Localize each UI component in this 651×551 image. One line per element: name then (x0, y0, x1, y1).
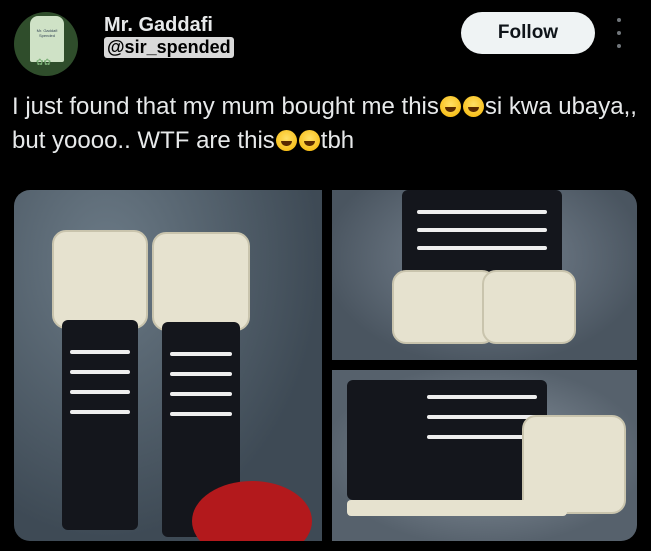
photo-shoes-front-view[interactable] (332, 190, 637, 360)
face-with-tears-of-joy-icon (462, 96, 484, 117)
follow-button[interactable]: Follow (461, 12, 595, 54)
leaf-icon: ✿✿ (36, 57, 52, 67)
face-with-tears-of-joy-icon (275, 130, 297, 151)
dot-icon (617, 31, 621, 35)
photo-shoe-side-view[interactable] (332, 370, 637, 541)
avatar[interactable]: Mr. Gaddafi Spended ✿✿ (14, 12, 78, 76)
avatar-text: Mr. Gaddafi Spended (36, 28, 58, 38)
tweet-text: I just found that my mum bought me this s… (12, 90, 640, 158)
dot-icon (617, 44, 621, 48)
face-with-tears-of-joy-icon (439, 96, 461, 117)
user-handle[interactable]: @sir_spended (104, 37, 234, 58)
tweet-text-part1: I just found that my mum bought me this (12, 93, 439, 120)
tweet-text-part3: tbh (320, 127, 355, 154)
avatar-card-graphic: Mr. Gaddafi Spended (30, 16, 64, 62)
user-display-name[interactable]: Mr. Gaddafi (104, 14, 213, 37)
photo-shoes-top-view[interactable] (14, 190, 322, 541)
face-with-tears-of-joy-icon (298, 130, 320, 151)
dot-icon (617, 18, 621, 22)
shoe-sole (347, 500, 567, 516)
more-vertical-icon[interactable] (612, 18, 626, 48)
media-grid (14, 190, 637, 541)
